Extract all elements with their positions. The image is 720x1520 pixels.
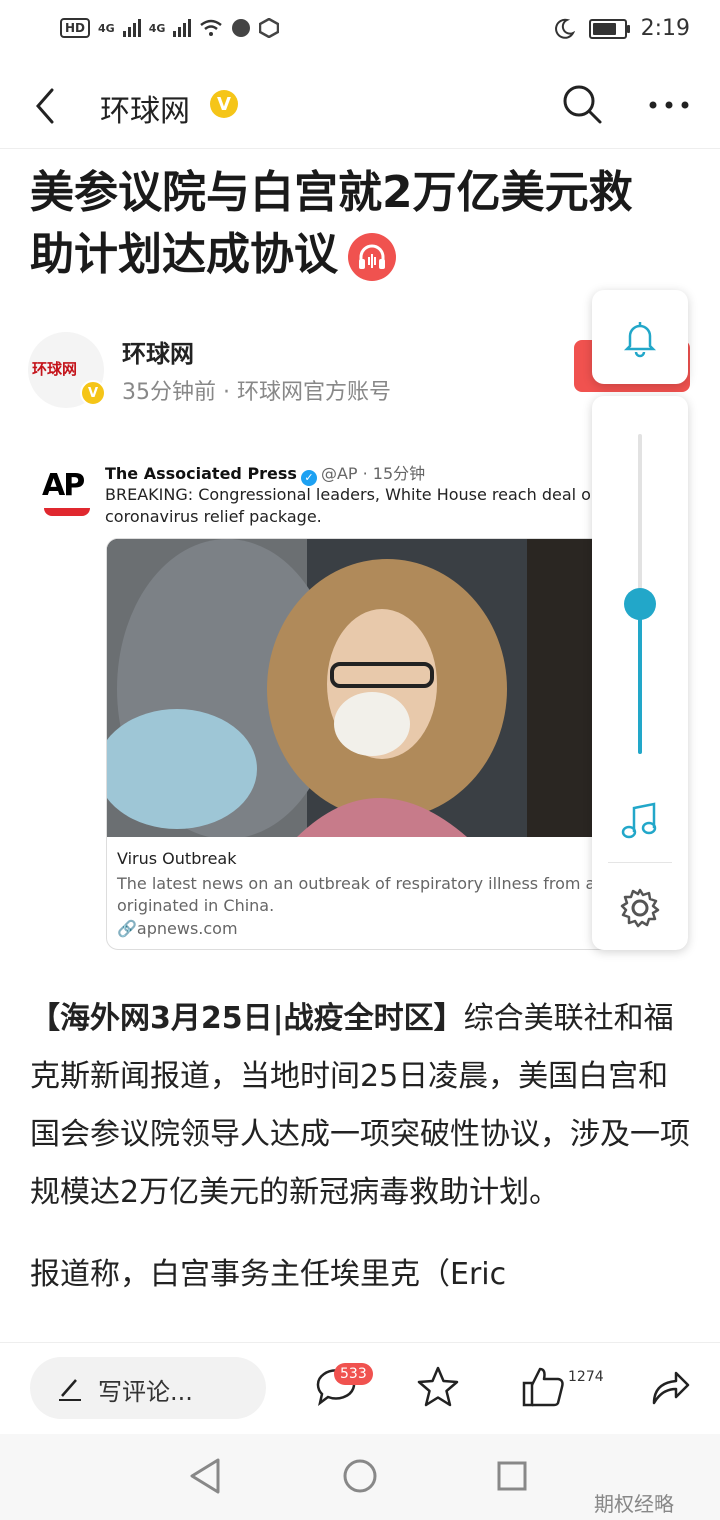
link-card-url: 🔗apnews.com bbox=[117, 919, 238, 938]
link-icon: 🔗 bbox=[117, 919, 137, 938]
tweet-author-name: The Associated Press bbox=[105, 464, 297, 483]
ap-logo-text: AP bbox=[42, 468, 85, 503]
pen-icon bbox=[59, 1379, 81, 1401]
search-icon[interactable] bbox=[560, 82, 604, 126]
nav-home-icon[interactable] bbox=[342, 1458, 378, 1494]
wifi-icon bbox=[200, 19, 223, 36]
article-paragraph: 报道称，白宫事务主任埃里克（Eric bbox=[30, 1257, 507, 1292]
tweet-text: BREAKING: Congressional leaders, White H… bbox=[105, 485, 591, 526]
more-icon[interactable] bbox=[648, 100, 690, 110]
watermark: 期权经略 bbox=[594, 1492, 674, 1516]
ap-logo: AP bbox=[42, 466, 94, 518]
tweet-handle: @AP · 15分钟 bbox=[320, 464, 426, 483]
volume-slider[interactable] bbox=[624, 434, 656, 754]
bell-icon bbox=[623, 322, 657, 358]
link-card-title: Virus Outbreak bbox=[117, 849, 237, 868]
notification-panel[interactable] bbox=[592, 290, 688, 384]
audio-control-panel bbox=[592, 396, 688, 950]
network-type-1: 4G bbox=[98, 21, 115, 35]
volume-slider-fill bbox=[638, 603, 642, 754]
nav-recents-icon[interactable] bbox=[496, 1460, 528, 1492]
page-title: 环球网 bbox=[100, 94, 190, 129]
nav-back-icon[interactable] bbox=[188, 1456, 222, 1496]
article-body: 【海外网3月25日|战疫全时区】综合美联社和福克斯新闻报道，当地时间25日凌晨，… bbox=[30, 990, 690, 1328]
status-left: HD 4G 4G bbox=[60, 18, 280, 38]
headphones-icon bbox=[359, 244, 385, 269]
author-meta: 35分钟前 · 环球网官方账号 bbox=[122, 380, 391, 405]
clock: 2:19 bbox=[640, 16, 690, 41]
embedded-tweet: AP The Associated Press ✓ @AP · 15分钟 BREAK… bbox=[30, 440, 690, 960]
tweet-author: The Associated Press ✓ @AP · 15分钟 bbox=[105, 460, 425, 486]
signal-icon bbox=[122, 19, 141, 37]
link-card-domain: apnews.com bbox=[136, 919, 238, 938]
article-headline: 美参议院与白宫就2万亿美元救助计划达成协议 bbox=[30, 162, 670, 286]
comment-placeholder: 写评论... bbox=[98, 1378, 193, 1406]
status-bar: HD 4G 4G 2:19 bbox=[0, 0, 720, 62]
article-paragraph: 【海外网3月25日|战疫全时区】综合美联社和福克斯新闻报道，当地时间25日凌晨，… bbox=[30, 990, 690, 1222]
listen-audio-button[interactable] bbox=[348, 233, 396, 281]
like-count: 1274 bbox=[568, 1369, 604, 1385]
app-notification-icon bbox=[232, 19, 251, 37]
network-type-2: 4G bbox=[148, 21, 166, 35]
panel-divider bbox=[608, 862, 672, 863]
signal-icon bbox=[173, 19, 192, 37]
status-right: 2:19 bbox=[553, 16, 690, 41]
nav-bar: 环球网 V bbox=[0, 62, 720, 149]
back-icon[interactable] bbox=[28, 84, 68, 128]
app-notification-icon bbox=[259, 18, 280, 38]
share-icon[interactable] bbox=[646, 1363, 694, 1411]
headline-text: 美参议院与白宫就2万亿美元救助计划达成协议 bbox=[30, 167, 633, 280]
thumbs-up-icon[interactable] bbox=[520, 1363, 568, 1411]
author-name[interactable]: 环球网 bbox=[122, 334, 194, 369]
hd-indicator: HD bbox=[60, 18, 91, 38]
gear-icon[interactable] bbox=[618, 886, 662, 930]
bottom-toolbar: 写评论... 533 1274 bbox=[0, 1342, 720, 1435]
article-dateline: 【海外网3月25日|战疫全时区】 bbox=[30, 1001, 464, 1036]
music-note-icon[interactable] bbox=[620, 800, 660, 840]
avatar-logo-text: 环球网 bbox=[32, 360, 78, 378]
star-icon[interactable] bbox=[414, 1363, 462, 1411]
verified-badge: V bbox=[210, 90, 238, 118]
volume-slider-knob[interactable] bbox=[624, 587, 656, 620]
avatar-verified-badge: V bbox=[80, 380, 106, 406]
moon-icon bbox=[554, 18, 575, 39]
comment-count-badge: 533 bbox=[334, 1363, 373, 1385]
battery-icon bbox=[588, 18, 630, 39]
comment-input[interactable]: 写评论... bbox=[30, 1357, 266, 1419]
